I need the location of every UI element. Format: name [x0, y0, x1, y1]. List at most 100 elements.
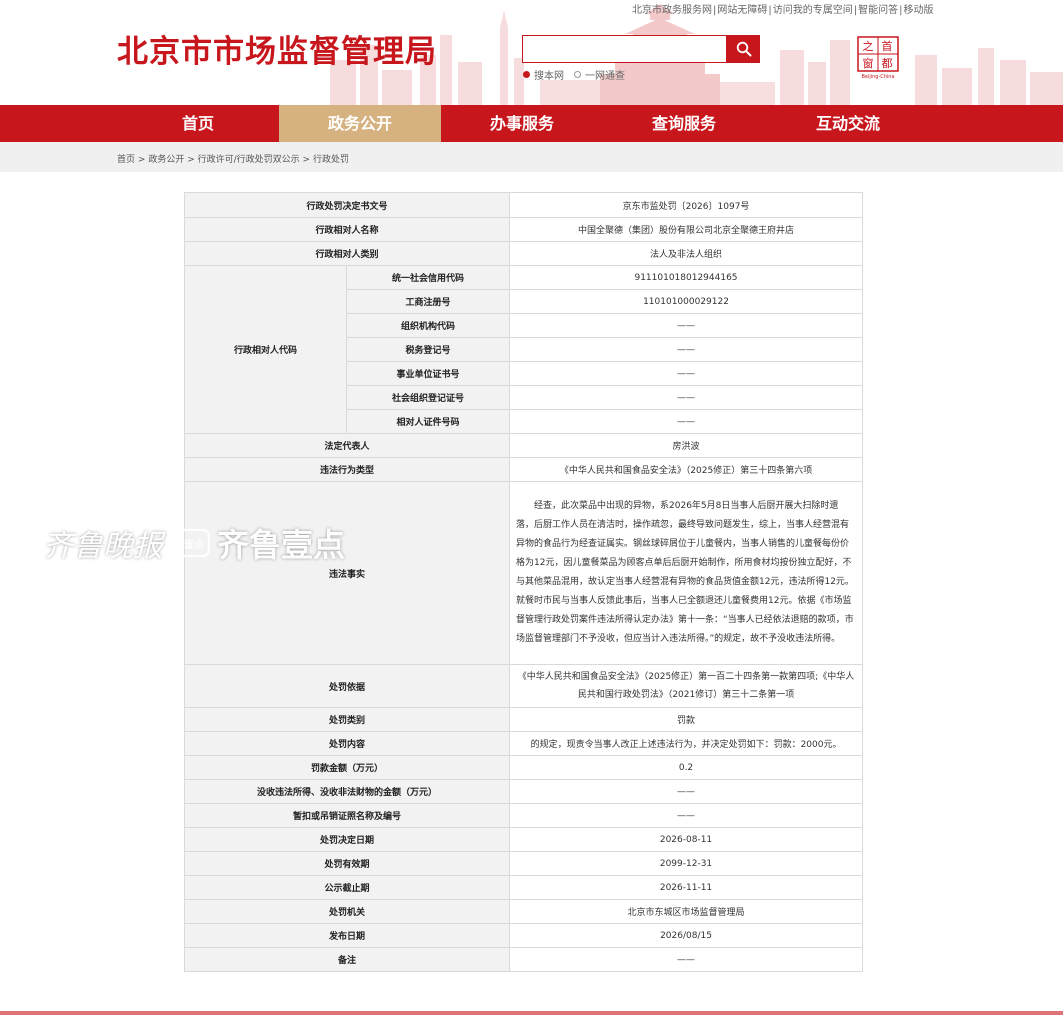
top-link-smart-qa[interactable]: 智能问答 [858, 5, 898, 16]
site-header: 北京市市场监督管理局 北京市政务服务网|网站无障碍|访问我的专属空间|智能问答|… [0, 0, 1063, 105]
party-type-label: 行政相对人类别 [183, 241, 511, 266]
publicity-end-value: 2026-11-11 [509, 875, 864, 900]
search-box [522, 35, 727, 63]
table-row: 行政相对人类别 法人及非法人组织 [183, 241, 864, 266]
basis-value: 《中华人民共和国食品安全法》（2025修正）第一百二十四条第一款第四项;《中华人… [509, 664, 864, 708]
remarks-value: —— [509, 947, 864, 972]
remarks-label: 备注 [183, 947, 511, 972]
nav-services[interactable]: 办事服务 [441, 105, 603, 142]
breadcrumb-sep: > [137, 155, 146, 165]
top-link-mobile[interactable]: 移动版 [904, 5, 934, 16]
breadcrumb-gov-affairs[interactable]: 政务公开 [148, 155, 184, 165]
scope-all-label: 一网通查 [585, 71, 625, 82]
logo-char-2: 都 [882, 57, 893, 70]
radio-unchecked-icon [574, 71, 581, 78]
legal-rep-value: 房洪波 [509, 433, 864, 458]
table-row: 暂扣或吊销证照名称及编号 —— [183, 803, 864, 828]
social-org-label: 社会组织登记证号 [345, 385, 511, 410]
tax-no-value: —— [509, 337, 864, 362]
publish-date-value: 2026/08/15 [509, 923, 864, 948]
nav-home[interactable]: 首页 [117, 105, 279, 142]
publish-date-label: 发布日期 [183, 923, 511, 948]
publicity-end-label: 公示截止期 [183, 875, 511, 900]
confiscation-label: 没收违法所得、没收非法财物的金额（万元） [183, 779, 511, 804]
top-links: 北京市政务服务网|网站无障碍|访问我的专属空间|智能问答|移动版 [632, 5, 934, 16]
authority-value: 北京市东城区市场监督管理局 [509, 899, 864, 924]
party-type-value: 法人及非法人组织 [509, 241, 864, 266]
nav-interaction[interactable]: 互动交流 [765, 105, 931, 142]
search-button[interactable] [727, 35, 760, 63]
credit-code-value: 911101018012944165 [509, 265, 864, 290]
valid-until-label: 处罚有效期 [183, 851, 511, 876]
tax-no-label: 税务登记号 [345, 337, 511, 362]
nav-query[interactable]: 查询服务 [603, 105, 765, 142]
institution-cert-value: —— [509, 361, 864, 386]
authority-label: 处罚机关 [183, 899, 511, 924]
institution-cert-label: 事业单位证书号 [345, 361, 511, 386]
facts-label: 违法事实 [183, 481, 511, 665]
table-row: 法定代表人 房洪波 [183, 433, 864, 458]
table-row: 行政相对人代码 统一社会信用代码 911101018012944165 [184, 265, 864, 434]
table-row: 行政相对人名称 中国全聚德（集团）股份有限公司北京全聚德王府井店 [183, 217, 864, 242]
basis-label: 处罚依据 [183, 664, 511, 708]
valid-until-value: 2099-12-31 [509, 851, 864, 876]
table-row: 没收违法所得、没收非法财物的金额（万元） —— [183, 779, 864, 804]
breadcrumb-bar: 首页 > 政务公开 > 行政许可/行政处罚双公示 > 行政处罚 [0, 142, 1063, 172]
violation-type-value: 《中华人民共和国食品安全法》（2025修正）第三十四条第六项 [509, 457, 864, 482]
footer-line [0, 1011, 1063, 1015]
search-input[interactable] [527, 37, 726, 63]
scope-site[interactable]: 搜本网 [523, 67, 564, 82]
top-link-my-space[interactable]: 访问我的专属空间 [773, 5, 853, 16]
confiscation-value: —— [509, 779, 864, 804]
violation-type-label: 违法行为类型 [183, 457, 511, 482]
party-name-value: 中国全聚德（集团）股份有限公司北京全聚德王府井店 [509, 217, 864, 242]
credit-code-label: 统一社会信用代码 [345, 265, 511, 290]
table-row: 处罚决定日期 2026-08-11 [183, 827, 864, 852]
site-title: 北京市市场监督管理局 [117, 34, 437, 70]
reg-no-value: 110101000029122 [509, 289, 864, 314]
penalty-type-label: 处罚类别 [183, 707, 511, 732]
breadcrumb-sep: > [302, 155, 311, 165]
breadcrumb-double-publicity[interactable]: 行政许可/行政处罚双公示 [198, 155, 300, 165]
penalty-content-label: 处罚内容 [183, 731, 511, 756]
main-nav: 首页 政务公开 办事服务 查询服务 互动交流 [0, 105, 1063, 142]
capital-window-logo[interactable]: 首 都 之 窗 Beijing-China [857, 36, 899, 80]
breadcrumb-penalty[interactable]: 行政处罚 [313, 155, 349, 165]
scope-all[interactable]: 一网通查 [574, 67, 625, 82]
table-row: 处罚类别 罚款 [183, 707, 864, 732]
org-code-label: 组织机构代码 [345, 313, 511, 338]
table-row: 罚款金额（万元） 0.2 [183, 755, 864, 780]
party-code-label: 行政相对人代码 [184, 265, 347, 434]
top-link-gov-service[interactable]: 北京市政务服务网 [632, 5, 712, 16]
decision-date-label: 处罚决定日期 [183, 827, 511, 852]
logo-char-4: 窗 [863, 56, 874, 70]
legal-rep-label: 法定代表人 [183, 433, 511, 458]
table-row: 公示截止期 2026-11-11 [183, 875, 864, 900]
search-icon [736, 41, 751, 57]
table-row: 备注 —— [183, 947, 864, 972]
party-name-label: 行政相对人名称 [183, 217, 511, 242]
penalty-type-value: 罚款 [509, 707, 864, 732]
logo-subtitle: Beijing-China [861, 74, 894, 80]
top-link-accessibility[interactable]: 网站无障碍 [717, 5, 767, 16]
social-org-value: —— [509, 385, 864, 410]
fine-value: 0.2 [509, 755, 864, 780]
breadcrumb: 首页 > 政务公开 > 行政许可/行政处罚双公示 > 行政处罚 [117, 152, 349, 165]
table-row: 处罚机关 北京市东城区市场监督管理局 [183, 899, 864, 924]
breadcrumb-home[interactable]: 首页 [117, 155, 135, 165]
nav-gov-affairs[interactable]: 政务公开 [279, 105, 441, 142]
facts-value: 经查，此次菜品中出现的异物，系2026年5月8日当事人后厨开展大扫除时遗落，后厨… [509, 481, 864, 665]
license-label: 暂扣或吊销证照名称及编号 [183, 803, 511, 828]
doc-no-value: 京东市监处罚〔2026〕1097号 [509, 192, 864, 218]
table-row: 行政处罚决定书文号 京东市监处罚〔2026〕1097号 [183, 192, 864, 218]
search-scope: 搜本网 一网通查 [523, 67, 635, 82]
table-row: 违法行为类型 《中华人民共和国食品安全法》（2025修正）第三十四条第六项 [183, 457, 864, 482]
reg-no-label: 工商注册号 [345, 289, 511, 314]
logo-char-3: 之 [863, 39, 874, 53]
scope-site-label: 搜本网 [534, 71, 564, 82]
license-value: —— [509, 803, 864, 828]
breadcrumb-sep: > [187, 155, 195, 165]
table-row: 处罚内容 的规定，现责令当事人改正上述违法行为，并决定处罚如下：罚款：2000元… [183, 731, 864, 756]
doc-no-label: 行政处罚决定书文号 [183, 192, 511, 218]
org-code-value: —— [509, 313, 864, 338]
